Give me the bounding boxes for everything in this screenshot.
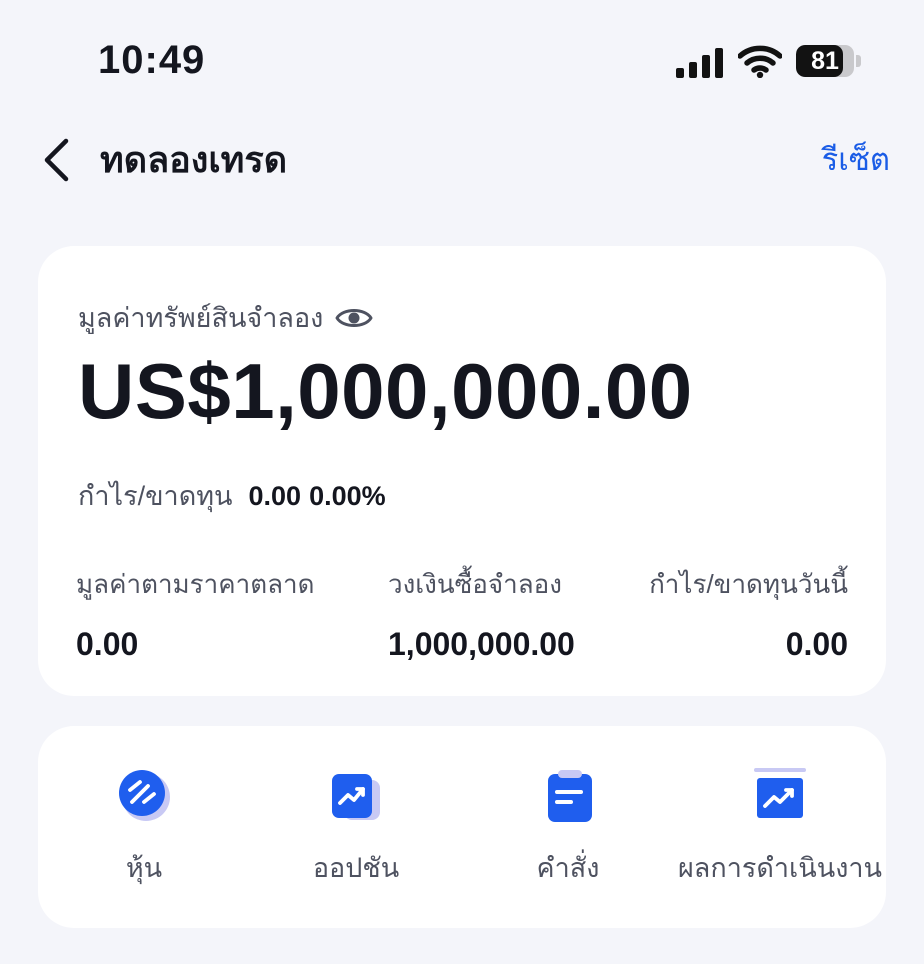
page-title: ทดลองเทรด	[100, 139, 288, 180]
orders-label: คำสั่ง	[536, 853, 600, 883]
performance-label: ผลการดำเนินงาน	[677, 853, 883, 883]
market-value-stat: มูลค่าตามราคาตลาด 0.00	[76, 564, 315, 668]
buying-power-stat: วงเงินซื้อจำลอง 1,000,000.00	[388, 564, 575, 668]
today-pnl-stat: กำไร/ขาดทุนวันนี้ 0.00	[649, 564, 848, 668]
stock-icon	[119, 770, 170, 821]
buying-power-label: วงเงินซื้อจำลอง	[388, 569, 562, 599]
simulated-asset-value: US$1,000,000.00	[78, 347, 693, 435]
performance-chart-icon	[754, 768, 806, 818]
option-chart-icon	[332, 774, 380, 820]
back-button[interactable]	[34, 135, 78, 185]
battery-indicator: 81	[796, 45, 862, 77]
options-label: ออปชัน	[312, 853, 400, 883]
order-clipboard-icon	[548, 770, 592, 822]
nav-bar: ทดลองเทรด รีเซ็ต	[0, 115, 924, 205]
orders-button[interactable]: คำสั่ง	[462, 768, 674, 898]
today-pnl-label: กำไร/ขาดทุนวันนี้	[649, 569, 848, 599]
simulated-assets-card: มูลค่าทรัพย์สินจำลอง US$1,000,000.00 กำไ…	[38, 246, 886, 696]
quick-actions-card: หุ้น ออปชัน คำสั่ง ผลการดำเนินงาน	[38, 726, 886, 928]
stocks-label: หุ้น	[125, 853, 163, 883]
pnl-label: กำไร/ขาดทุน	[78, 481, 233, 511]
status-bar: 10:49 81	[0, 0, 924, 110]
market-value-value: 0.00	[76, 626, 139, 662]
eye-icon	[335, 308, 373, 327]
performance-button[interactable]: ผลการดำเนินงาน	[674, 768, 886, 898]
reset-button[interactable]: รีเซ็ต	[822, 135, 890, 185]
cellular-signal-icon	[676, 48, 723, 78]
toggle-visibility-button[interactable]	[335, 305, 373, 331]
wifi-icon	[738, 45, 782, 78]
stocks-button[interactable]: หุ้น	[38, 768, 250, 898]
today-pnl-value: 0.00	[785, 626, 848, 662]
pnl-row: กำไร/ขาดทุน 0.00 0.00%	[78, 474, 386, 517]
options-button[interactable]: ออปชัน	[250, 768, 462, 898]
battery-level: 81	[811, 47, 839, 75]
chevron-left-icon	[44, 138, 69, 182]
buying-power-value: 1,000,000.00	[388, 626, 575, 662]
status-time: 10:49	[98, 38, 206, 82]
pnl-percent: 0.00%	[309, 481, 386, 511]
market-value-label: มูลค่าตามราคาตลาด	[76, 569, 315, 599]
simulated-asset-label: มูลค่าทรัพย์สินจำลอง	[78, 303, 324, 333]
pnl-value: 0.00	[248, 481, 302, 511]
